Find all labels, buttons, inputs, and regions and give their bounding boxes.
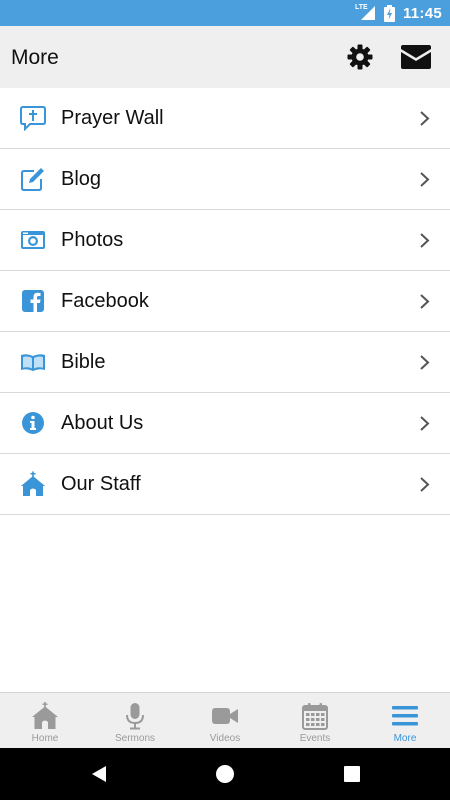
camera-icon <box>21 231 45 249</box>
menu-item-facebook[interactable]: Facebook <box>0 271 450 332</box>
back-icon[interactable] <box>89 764 109 784</box>
page-title: More <box>11 46 59 69</box>
envelope-icon[interactable] <box>401 45 431 69</box>
home-icon[interactable] <box>215 764 235 784</box>
menu-item-label: Photos <box>61 229 124 251</box>
chevron-right-icon <box>420 477 430 492</box>
battery-icon <box>383 4 395 22</box>
menu-item-label: Our Staff <box>61 473 141 495</box>
tab-more[interactable]: More <box>360 693 450 748</box>
tab-label: Videos <box>209 733 241 744</box>
menu-item-label: About Us <box>61 412 144 434</box>
church-icon <box>32 702 58 729</box>
facebook-icon <box>22 290 44 312</box>
microphone-icon <box>126 703 144 730</box>
menu-item-label: Facebook <box>61 290 149 312</box>
bottom-tab-bar: Home Sermons Videos Events More <box>0 692 450 748</box>
book-icon <box>21 354 45 371</box>
tab-sermons[interactable]: Sermons <box>90 693 180 748</box>
chevron-right-icon <box>420 416 430 431</box>
tab-label: Events <box>299 733 331 744</box>
prayer-wall-icon <box>20 106 46 131</box>
hamburger-icon <box>392 706 418 726</box>
tab-label: More <box>393 733 417 744</box>
menu-item-prayer-wall[interactable]: Prayer Wall <box>0 88 450 149</box>
app-header: More <box>0 26 450 88</box>
status-time: 11:45 <box>402 4 442 22</box>
edit-icon <box>21 168 44 191</box>
menu-item-label: Prayer Wall <box>61 107 164 129</box>
status-bar: LTE 11:45 <box>0 0 450 26</box>
chevron-right-icon <box>420 355 430 370</box>
gear-icon[interactable] <box>347 44 373 70</box>
tab-home[interactable]: Home <box>0 693 90 748</box>
tab-label: Sermons <box>114 733 155 744</box>
info-icon <box>22 412 44 434</box>
menu-item-bible[interactable]: Bible <box>0 332 450 393</box>
chevron-right-icon <box>420 233 430 248</box>
chevron-right-icon <box>420 172 430 187</box>
menu-item-about-us[interactable]: About Us <box>0 393 450 454</box>
tab-label: Home <box>31 733 59 744</box>
tab-events[interactable]: Events <box>270 693 360 748</box>
chevron-right-icon <box>420 294 430 309</box>
lte-signal-icon: LTE <box>354 4 376 21</box>
menu-item-label: Blog <box>61 168 102 190</box>
menu-item-photos[interactable]: Photos <box>0 210 450 271</box>
status-bar-right: LTE 11:45 <box>354 0 442 26</box>
menu-item-label: Bible <box>61 351 106 373</box>
video-camera-icon <box>212 708 238 724</box>
more-menu-list: Prayer Wall Blog Photos Facebook Bible A… <box>0 88 450 515</box>
menu-item-blog[interactable]: Blog <box>0 149 450 210</box>
recents-icon[interactable] <box>342 764 362 784</box>
church-icon <box>21 471 45 496</box>
calendar-icon <box>302 703 328 730</box>
chevron-right-icon <box>420 111 430 126</box>
tab-videos[interactable]: Videos <box>180 693 270 748</box>
menu-item-our-staff[interactable]: Our Staff <box>0 454 450 515</box>
system-navigation-bar <box>0 748 450 800</box>
